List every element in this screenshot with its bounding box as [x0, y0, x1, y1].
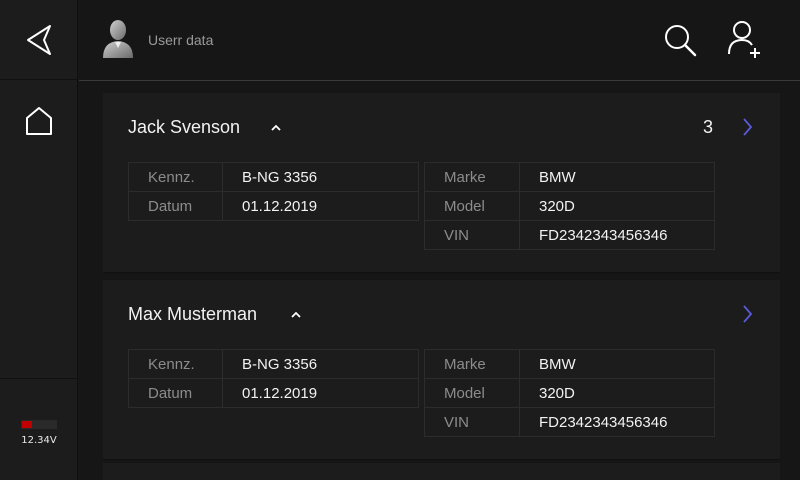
field-value: FD2342343456346	[519, 220, 715, 250]
back-arrow-icon	[27, 24, 51, 55]
table-row: Datum 01.12.2019	[128, 191, 419, 221]
home-button[interactable]	[0, 81, 78, 161]
chevron-right-icon[interactable]	[739, 303, 755, 325]
record-count: 3	[703, 117, 714, 137]
header: Userr data	[79, 0, 800, 81]
user-avatar-icon	[103, 20, 133, 58]
table-row: Kennz. B-NG 3356	[128, 162, 419, 192]
back-button[interactable]	[0, 0, 78, 80]
battery-voltage: 12.34V	[21, 434, 57, 446]
collapse-caret-icon[interactable]	[289, 308, 303, 322]
field-label: Kennz.	[128, 349, 223, 379]
field-value: B-NG 3356	[222, 162, 419, 192]
home-icon	[26, 107, 52, 135]
user-card-partial	[103, 463, 780, 480]
vehicle-details-table: Marke BMW Model 320D VIN FD2342343456346	[424, 349, 715, 437]
table-row: Model 320D	[424, 378, 715, 408]
field-label: Model	[424, 378, 520, 408]
vehicle-plate-table: Kennz. B-NG 3356 Datum 01.12.2019	[128, 162, 419, 221]
table-row: Model 320D	[424, 191, 715, 221]
field-label: Marke	[424, 162, 520, 192]
field-label: VIN	[424, 407, 520, 437]
field-value: BMW	[519, 349, 715, 379]
search-icon	[665, 25, 697, 57]
field-label: Datum	[128, 378, 223, 408]
battery-level-fill	[22, 420, 32, 428]
field-label: Kennz.	[128, 162, 223, 192]
page-title: Userr data	[148, 32, 214, 48]
field-value: BMW	[519, 162, 715, 192]
user-name: Jack Svenson	[128, 117, 241, 137]
field-value: 320D	[519, 191, 715, 221]
field-value: B-NG 3356	[222, 349, 419, 379]
field-value: 01.12.2019	[222, 191, 419, 221]
field-label: VIN	[424, 220, 520, 250]
table-row: VIN FD2342343456346	[424, 407, 715, 437]
search-button[interactable]	[661, 20, 699, 60]
battery-status: 12.34V	[0, 378, 78, 480]
vehicle-details-table: Marke BMW Model 320D VIN FD2342343456346	[424, 162, 715, 250]
table-row: Kennz. B-NG 3356	[128, 349, 419, 379]
chevron-right-icon[interactable]	[739, 116, 755, 138]
add-user-icon	[728, 21, 760, 58]
battery-icon	[21, 419, 57, 429]
field-label: Model	[424, 191, 520, 221]
table-row: Marke BMW	[424, 349, 715, 379]
collapse-caret-icon[interactable]	[269, 121, 283, 135]
user-card: Jack Svenson 3 Kennz. B-NG 3356 Datum 01…	[103, 93, 780, 273]
user-name: Max Musterman	[128, 304, 258, 324]
field-label: Marke	[424, 349, 520, 379]
table-row: Marke BMW	[424, 162, 715, 192]
sidebar: 12.34V	[0, 0, 78, 480]
field-value: 320D	[519, 378, 715, 408]
vehicle-plate-table: Kennz. B-NG 3356 Datum 01.12.2019	[128, 349, 419, 408]
table-row: VIN FD2342343456346	[424, 220, 715, 250]
table-row: Datum 01.12.2019	[128, 378, 419, 408]
field-value: FD2342343456346	[519, 407, 715, 437]
add-user-button[interactable]	[727, 20, 765, 60]
user-card: Max Musterman Kennz. B-NG 3356 Datum 01.…	[103, 280, 780, 460]
field-value: 01.12.2019	[222, 378, 419, 408]
field-label: Datum	[128, 191, 223, 221]
